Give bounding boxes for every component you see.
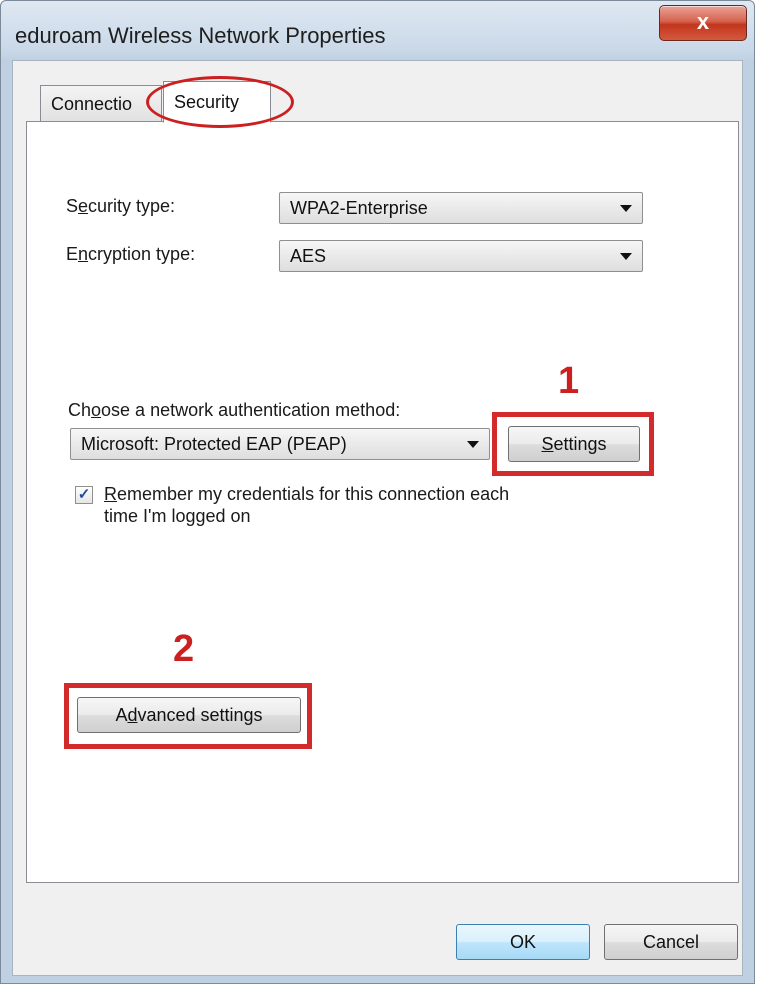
tab-connection-label: Connectio [51,94,133,114]
title-bar[interactable]: eduroam Wireless Network Properties x [1,1,754,61]
checkmark-icon: ✓ [77,486,91,503]
settings-button[interactable]: Settings [508,426,640,462]
remember-credentials-checkbox[interactable]: ✓ [75,486,93,504]
auth-method-label: Choose a network authentication method: [68,400,401,420]
encryption-type-select[interactable]: AES [279,240,643,272]
step-1-marker: 1 [558,360,580,402]
encryption-type-label: Encryption type: [66,244,196,264]
ok-button[interactable]: OK [456,924,590,960]
auth-method-select[interactable]: Microsoft: Protected EAP (PEAP) [70,428,490,460]
close-button[interactable]: x [659,5,747,41]
cancel-button[interactable]: Cancel [604,924,738,960]
security-type-label: Security type: [66,196,176,216]
encryption-type-value: AES [290,246,327,266]
advanced-settings-button[interactable]: Advanced settings [77,697,301,733]
step-2-marker: 2 [173,628,195,670]
tab-connection[interactable]: Connectio [40,85,162,122]
security-type-value: WPA2-Enterprise [290,198,428,218]
security-tab-highlight [146,76,294,128]
chevron-down-icon [467,441,479,448]
auth-method-value: Microsoft: Protected EAP (PEAP) [81,434,347,454]
close-icon: x [696,9,710,34]
window-title: eduroam Wireless Network Properties [15,23,386,48]
remember-credentials-label[interactable]: Remember my credentials for this connect… [104,483,509,527]
chevron-down-icon [620,253,632,260]
chevron-down-icon [620,205,632,212]
security-type-select[interactable]: WPA2-Enterprise [279,192,643,224]
